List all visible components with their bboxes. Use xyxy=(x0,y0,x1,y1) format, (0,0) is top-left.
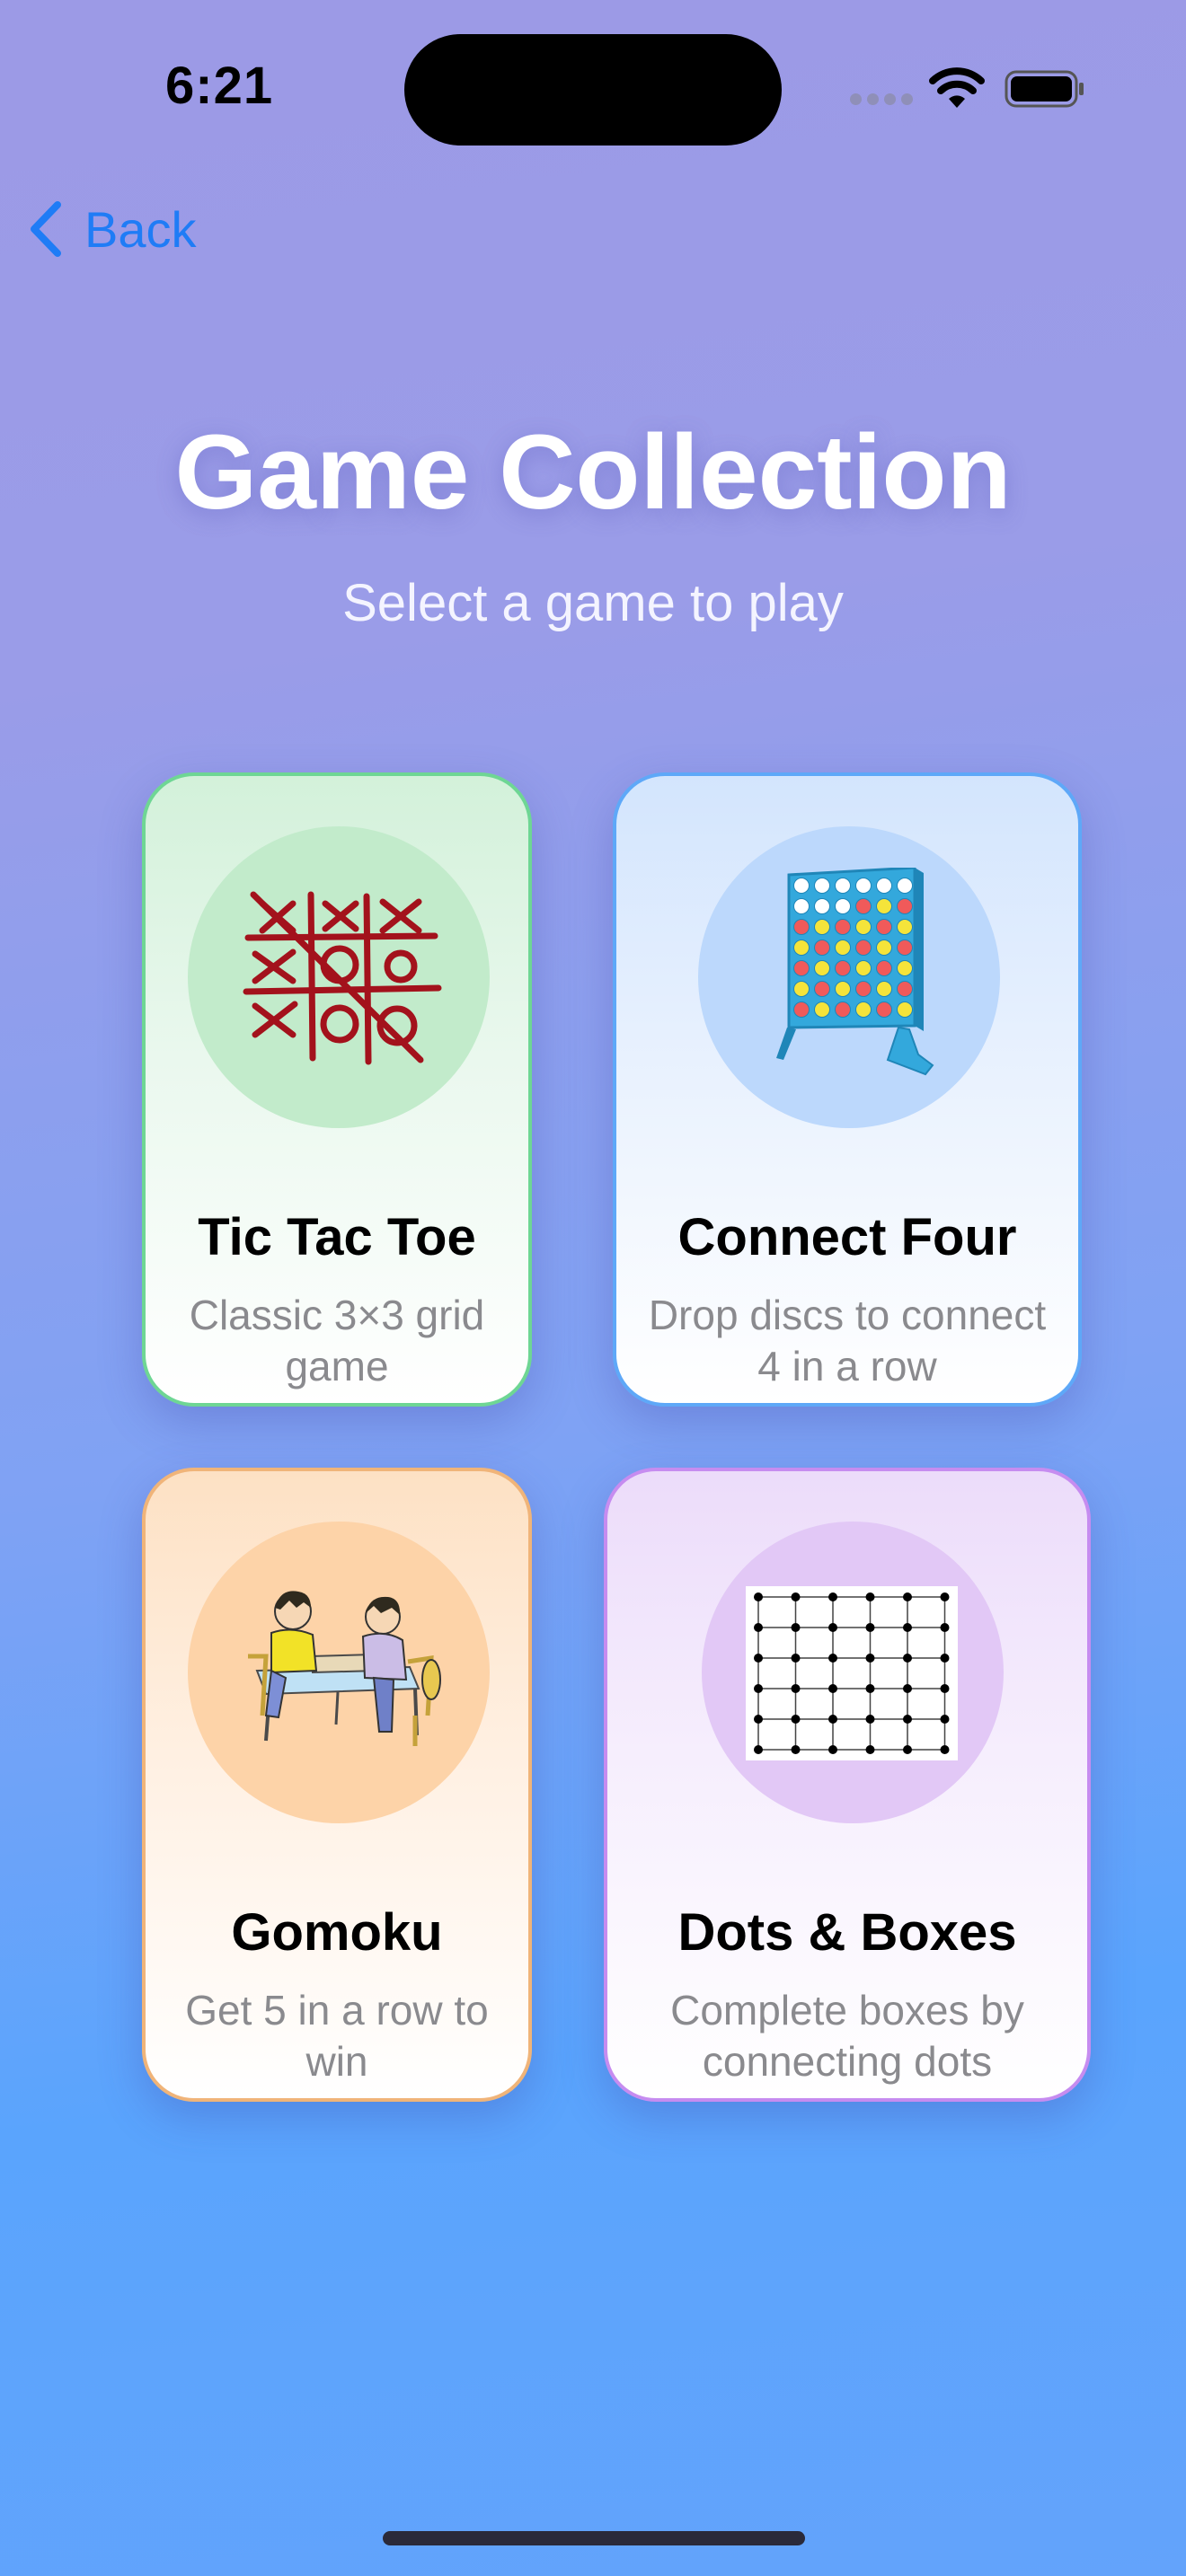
game-card-tic-tac-toe[interactable]: Tic Tac Toe Classic 3×3 grid game xyxy=(142,772,532,1407)
game-card-dots-and-boxes[interactable]: Dots & Boxes Complete boxes by connectin… xyxy=(604,1468,1091,2102)
home-indicator xyxy=(383,2531,805,2545)
status-bar: 6:21 xyxy=(0,0,1186,162)
game-title: Tic Tac Toe xyxy=(198,1208,476,1266)
game-card-connect-four[interactable]: Connect Four Drop discs to connect 4 in … xyxy=(613,772,1082,1407)
back-label: Back xyxy=(84,200,197,258)
page-title: Game Collection xyxy=(174,413,1012,532)
battery-icon xyxy=(1005,70,1084,108)
dynamic-island xyxy=(404,34,782,146)
wifi-icon xyxy=(929,67,985,108)
cellular-signal-icon xyxy=(850,93,918,110)
tic-tac-toe-icon xyxy=(243,891,442,1065)
game-description: Get 5 in a row to win xyxy=(185,1987,489,2085)
gomoku-players-icon xyxy=(248,1591,441,1746)
connect-four-icon xyxy=(776,868,934,1076)
page-subtitle: Select a game to play xyxy=(342,574,844,632)
game-description: Complete boxes by connecting dots xyxy=(670,1987,1024,2085)
dots-and-boxes-icon xyxy=(746,1586,958,1760)
game-title: Connect Four xyxy=(677,1208,1017,1266)
game-description: Drop discs to connect 4 in a row xyxy=(648,1292,1047,1389)
back-button[interactable]: Back xyxy=(25,196,197,262)
chevron-left-icon xyxy=(31,201,61,257)
game-title: Gomoku xyxy=(231,1903,443,1962)
game-title: Dots & Boxes xyxy=(677,1903,1017,1962)
game-description: Classic 3×3 grid game xyxy=(189,1292,485,1389)
status-time: 6:21 xyxy=(165,57,274,115)
game-card-gomoku[interactable]: Gomoku Get 5 in a row to win xyxy=(142,1468,532,2102)
